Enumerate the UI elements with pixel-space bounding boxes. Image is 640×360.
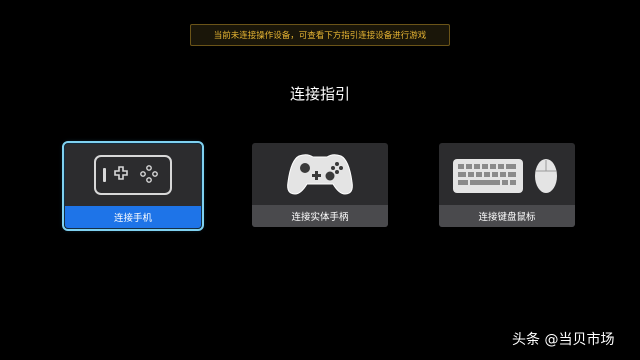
connect-gamepad-card[interactable]: 连接实体手柄 — [252, 143, 388, 227]
gamepad-icon — [252, 143, 388, 205]
connection-notice-banner: 当前未连接操作设备，可查看下方指引连接设备进行游戏 — [190, 24, 450, 46]
page-title: 连接指引 — [289, 85, 350, 103]
connect-phone-label: 连接手机 — [65, 206, 201, 228]
connect-keyboard-mouse-card[interactable]: 连接键盘鼠标 — [439, 143, 575, 227]
phone-controller-icon — [65, 144, 201, 206]
connect-gamepad-label: 连接实体手柄 — [252, 205, 388, 227]
connect-keyboard-mouse-label: 连接键盘鼠标 — [439, 205, 575, 227]
keyboard-mouse-icon — [439, 143, 575, 205]
watermark: 头条 @当贝市场 — [512, 332, 615, 348]
connection-notice-text: 当前未连接操作设备，可查看下方指引连接设备进行游戏 — [213, 31, 427, 41]
connect-phone-card[interactable]: 连接手机 — [62, 141, 204, 231]
